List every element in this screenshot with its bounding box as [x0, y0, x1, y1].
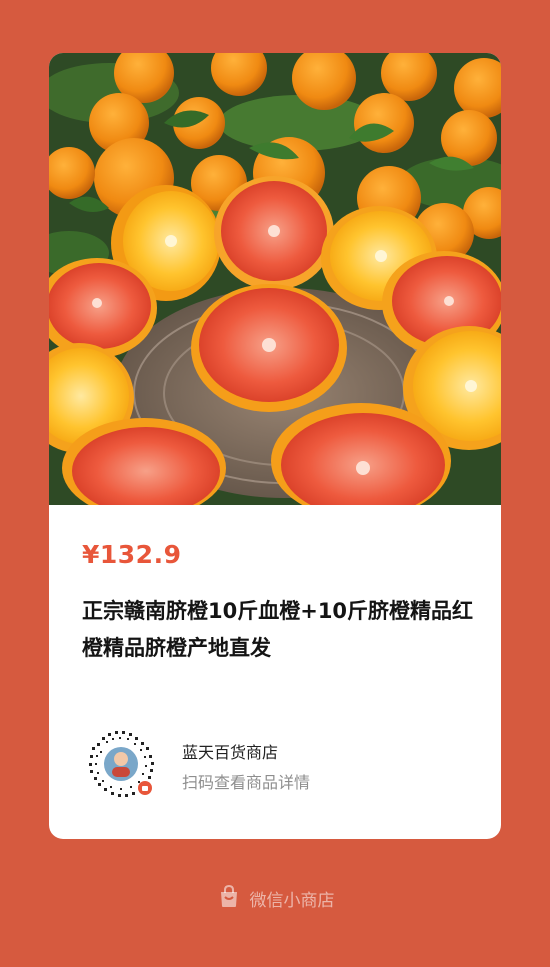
scan-hint: 扫码查看商品详情 — [182, 773, 311, 792]
product-price: ¥132.9 — [82, 540, 182, 569]
product-title: 正宗赣南脐橙10斤血橙+10斤脐橙精品红橙精品脐橙产地直发 — [82, 599, 474, 660]
qr-code-icon[interactable] — [82, 725, 160, 803]
shop-bag-icon — [216, 883, 242, 913]
orange-product-photo — [49, 53, 501, 505]
footer-label: 微信小商店 — [249, 890, 335, 911]
product-image[interactable] — [49, 53, 501, 505]
footer-brand: 微信小商店 — [0, 883, 550, 913]
share-poster: { "product": { "price": "¥132.9", "title… — [0, 0, 550, 967]
shop-name[interactable]: 蓝天百货商店 — [182, 739, 278, 763]
product-card[interactable]: ¥132.9 正宗赣南脐橙10斤血橙+10斤脐橙精品红橙精品脐橙产地直发 蓝天百… — [49, 53, 501, 839]
